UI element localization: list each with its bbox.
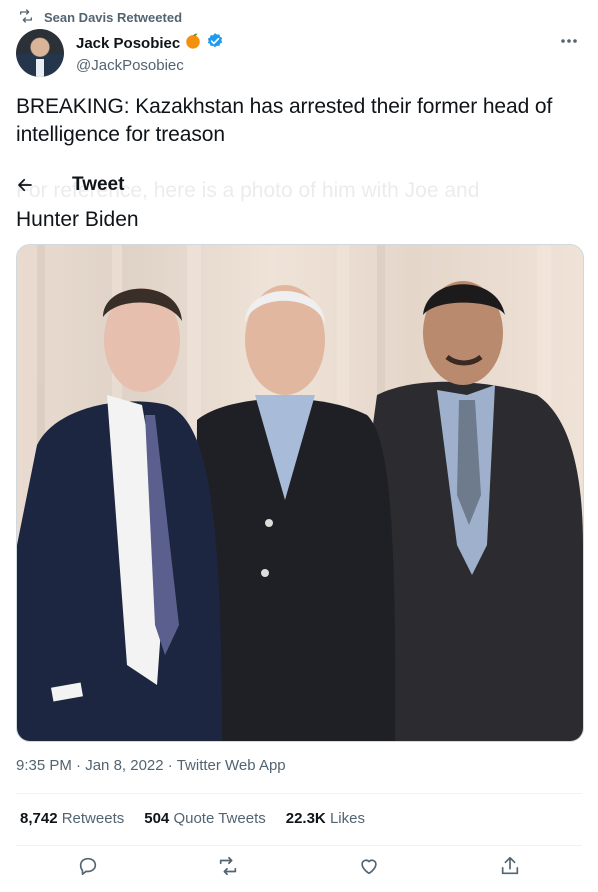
retweet-icon bbox=[219, 856, 237, 876]
reply-icon bbox=[79, 857, 97, 876]
header-title: Tweet bbox=[72, 174, 125, 195]
meta-separator: · bbox=[76, 757, 82, 774]
verified-icon bbox=[206, 32, 224, 54]
tweet-meta: 9:35 PM · Jan 8, 2022 · Twitter Web App bbox=[16, 757, 286, 774]
tweet-photo[interactable] bbox=[16, 244, 584, 742]
quotes-label: Quote Tweets bbox=[173, 810, 266, 827]
tweet-date[interactable]: Jan 8, 2022 bbox=[85, 757, 163, 774]
more-icon bbox=[561, 39, 577, 43]
likes-count: 22.3K bbox=[285, 810, 326, 827]
more-options-button[interactable] bbox=[558, 30, 580, 52]
likes-stat[interactable]: 22.3K Likes bbox=[286, 810, 365, 827]
share-icon bbox=[501, 856, 519, 875]
display-name[interactable]: Jack Posobiec bbox=[76, 35, 180, 52]
retweet-button[interactable] bbox=[217, 855, 241, 879]
divider bbox=[16, 845, 582, 846]
divider bbox=[16, 793, 582, 794]
tweet-time[interactable]: 9:35 PM bbox=[16, 757, 72, 774]
handle[interactable]: @JackPosobiec bbox=[76, 57, 224, 74]
continuation-line: Hunter Biden bbox=[16, 208, 139, 231]
like-icon bbox=[361, 859, 377, 875]
tweet-stats: 8,742 Retweets 504 Quote Tweets 22.3K Li… bbox=[20, 810, 365, 827]
author-block: Jack Posobiec @JackPosobiec bbox=[76, 32, 224, 74]
tweet-text: BREAKING: Kazakhstan has arrested their … bbox=[16, 95, 553, 146]
action-bar bbox=[0, 855, 598, 885]
likes-label: Likes bbox=[329, 810, 365, 827]
retweets-count: 8,742 bbox=[20, 810, 58, 827]
meta-separator: · bbox=[167, 757, 173, 774]
retweets-stat[interactable]: 8,742 Retweets bbox=[20, 810, 124, 827]
quotes-count: 504 bbox=[144, 810, 170, 827]
quote-tweets-stat[interactable]: 504 Quote Tweets bbox=[144, 810, 265, 827]
retweet-context: Sean Davis Retweeted bbox=[18, 8, 182, 26]
reply-button[interactable] bbox=[77, 855, 101, 879]
retweet-context-text[interactable]: Sean Davis Retweeted bbox=[44, 10, 182, 25]
back-button[interactable] bbox=[16, 174, 38, 196]
tweet-source[interactable]: Twitter Web App bbox=[177, 757, 286, 774]
arrow-left-icon bbox=[18, 178, 32, 192]
avatar[interactable] bbox=[16, 29, 64, 77]
retweets-label: Retweets bbox=[61, 810, 125, 827]
tweet-header: Tweet bbox=[0, 170, 598, 200]
orange-icon bbox=[184, 32, 202, 54]
retweet-icon bbox=[18, 8, 34, 27]
like-button[interactable] bbox=[358, 855, 382, 879]
share-button[interactable] bbox=[499, 855, 523, 879]
